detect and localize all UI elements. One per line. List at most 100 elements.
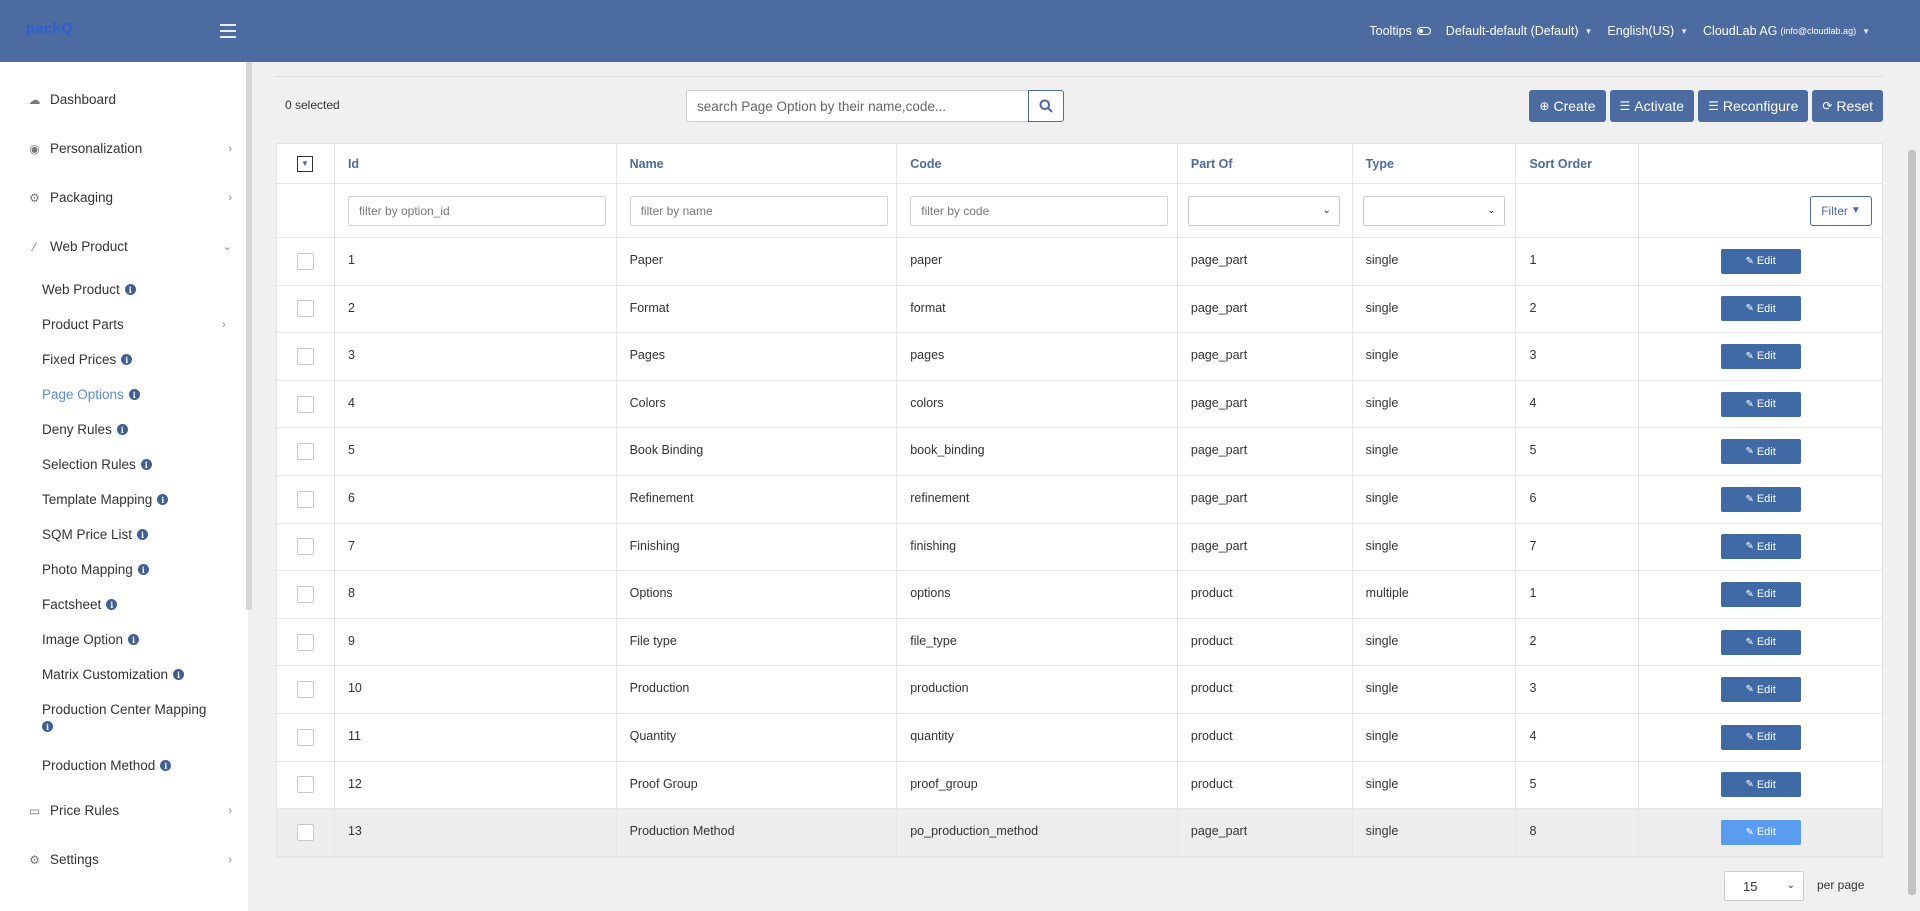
table-row[interactable]: 10 Production production product single 3 ✎ Edi… [277, 666, 1882, 714]
row-checkbox[interactable] [297, 776, 314, 794]
sidebar-item-web-product[interactable]: ⁄ Web Product ⌄ [27, 239, 232, 254]
main-scrollbar[interactable] [1908, 150, 1916, 895]
sidebar-sub-image-option[interactable]: Image Option i [42, 632, 140, 647]
user-dropdown[interactable]: CloudLab AG (info@cloudlab.ag) ▼ [1703, 24, 1870, 38]
info-icon[interactable]: i [128, 389, 140, 400]
sidebar-item-packaging[interactable]: ⚙ Packaging › [27, 190, 232, 205]
sidebar-sub-selection-rules[interactable]: Selection Rules i [42, 457, 152, 472]
sidebar-sub-web-product[interactable]: Web Product i [42, 282, 136, 297]
table-row[interactable]: 4 Colors colors page_part single 4 ✎ Edit [277, 380, 1882, 429]
reconfigure-button[interactable]: ☰ Reconfigure [1698, 90, 1809, 122]
sidebar-scrollbar[interactable] [246, 62, 252, 610]
edit-button[interactable]: ✎ Edit [1720, 296, 1801, 322]
column-header-sort-order[interactable]: Sort Order [1516, 144, 1640, 183]
edit-button[interactable]: ✎ Edit [1720, 819, 1801, 845]
row-checkbox[interactable] [297, 633, 314, 651]
info-icon[interactable]: i [137, 564, 149, 575]
menu-toggle-icon[interactable] [220, 24, 236, 38]
table-row[interactable]: 9 File type file_type product single 2 ✎ Edit [277, 618, 1882, 667]
sidebar-sub-production-center-mapping[interactable]: Production Center Mapping i [42, 702, 206, 733]
info-icon[interactable]: i [140, 459, 152, 470]
filter-button[interactable]: Filter ▼ [1810, 195, 1872, 226]
table-row[interactable]: 11 Quantity quantity product single 4 ✎ Edit [277, 713, 1882, 762]
table-row[interactable]: 2 Format format page_part single 2 ✎ Edit [277, 285, 1882, 334]
sidebar-sub-product-parts[interactable]: Product Parts › [42, 317, 232, 332]
reset-button[interactable]: ⟳ Reset [1812, 90, 1883, 122]
activate-button[interactable]: ☰ Activate [1609, 90, 1695, 122]
info-icon[interactable]: i [173, 669, 185, 680]
info-icon[interactable]: i [137, 529, 149, 540]
branding-dropdown[interactable]: Default-default (Default) ▼ [1446, 24, 1593, 38]
sidebar-sub-factsheet[interactable]: Factsheet i [42, 597, 118, 612]
edit-button[interactable]: ✎ Edit [1720, 677, 1801, 703]
language-dropdown[interactable]: English(US) ▼ [1607, 24, 1688, 38]
table-row[interactable]: 5 Book Binding book_binding page_part single… [277, 428, 1882, 476]
create-button[interactable]: ⊕ Create [1529, 90, 1606, 122]
sidebar-sub-sqm-price-list[interactable]: SQM Price List i [42, 527, 149, 542]
info-icon[interactable]: i [160, 760, 172, 771]
search-button[interactable] [1028, 90, 1064, 122]
search-input[interactable] [686, 90, 1029, 122]
info-icon[interactable]: i [116, 424, 128, 435]
tooltips-toggle[interactable]: Tooltips [1369, 24, 1431, 38]
sidebar-sub-matrix-customization[interactable]: Matrix Customization i [42, 667, 185, 682]
edit-button[interactable]: ✎ Edit [1720, 534, 1801, 560]
filter-part-of-select[interactable]: ⌄ [1187, 195, 1340, 226]
table-row[interactable]: 7 Finishing finishing page_part single 7 ✎ Edit [277, 523, 1882, 572]
row-checkbox[interactable] [297, 347, 314, 365]
table-row[interactable]: 12 Proof Group proof_group product single 5 ✎ E… [277, 761, 1882, 810]
sidebar-sub-production-method[interactable]: Production Method i [42, 758, 172, 773]
row-checkbox[interactable] [297, 681, 314, 699]
edit-button[interactable]: ✎ Edit [1720, 724, 1801, 750]
row-checkbox[interactable] [297, 443, 314, 461]
column-header-type[interactable]: Type [1353, 144, 1517, 183]
row-checkbox[interactable] [297, 252, 314, 270]
row-checkbox[interactable] [297, 728, 314, 746]
row-checkbox[interactable] [297, 300, 314, 318]
edit-button[interactable]: ✎ Edit [1720, 391, 1801, 417]
table-row[interactable]: 1 Paper paper page_part single 1 ✎ Edit [277, 238, 1882, 286]
table-row[interactable]: 3 Pages pages page_part single 3 ✎ Edit [277, 333, 1882, 381]
edit-button[interactable]: ✎ Edit [1720, 343, 1801, 369]
info-icon[interactable]: i [128, 634, 140, 645]
sidebar-item-personalization[interactable]: ◉ Personalization › [27, 141, 232, 156]
table-row[interactable]: 6 Refinement refinement page_part single 6 ✎ Ed… [277, 475, 1882, 524]
sidebar-sub-photo-mapping[interactable]: Photo Mapping i [42, 562, 149, 577]
edit-button[interactable]: ✎ Edit [1720, 772, 1801, 798]
sidebar-sub-fixed-prices[interactable]: Fixed Prices i [42, 352, 133, 367]
sidebar-sub-deny-rules[interactable]: Deny Rules i [42, 422, 128, 437]
info-icon[interactable]: i [42, 721, 53, 732]
sidebar-item-settings[interactable]: ⚙ Settings › [27, 852, 232, 867]
filter-type-select[interactable]: ⌄ [1362, 195, 1505, 226]
per-page-select[interactable]: 15 ⌄ [1724, 871, 1804, 901]
filter-code-input[interactable] [910, 195, 1169, 226]
edit-button[interactable]: ✎ Edit [1720, 439, 1801, 465]
row-checkbox[interactable] [297, 585, 314, 603]
edit-button[interactable]: ✎ Edit [1720, 486, 1801, 512]
app-logo[interactable]: packQ [26, 20, 73, 37]
select-all-checkbox[interactable]: ▼ [297, 155, 313, 172]
table-row[interactable]: 13 Production Method po_production_method p… [277, 809, 1882, 857]
filter-name-input[interactable] [629, 195, 888, 226]
edit-button[interactable]: ✎ Edit [1720, 581, 1801, 607]
info-icon[interactable]: i [106, 599, 118, 610]
row-checkbox[interactable] [297, 823, 314, 841]
row-checkbox[interactable] [297, 395, 314, 413]
filter-id-input[interactable] [347, 195, 606, 226]
row-checkbox[interactable] [297, 490, 314, 508]
column-header-code[interactable]: Code [897, 144, 1178, 183]
edit-button[interactable]: ✎ Edit [1720, 248, 1801, 274]
column-header-name[interactable]: Name [617, 144, 898, 183]
info-icon[interactable]: i [157, 494, 169, 505]
edit-button[interactable]: ✎ Edit [1720, 629, 1801, 655]
sidebar-sub-page-options[interactable]: Page Options i [42, 387, 140, 402]
sidebar-item-dashboard[interactable]: ☁ Dashboard [27, 92, 232, 107]
column-header-part-of[interactable]: Part Of [1178, 144, 1353, 183]
info-icon[interactable]: i [121, 354, 133, 365]
info-icon[interactable]: i [124, 284, 136, 295]
sidebar-sub-template-mapping[interactable]: Template Mapping i [42, 492, 169, 507]
toggle-icon[interactable] [1416, 27, 1431, 35]
sidebar-item-price-rules[interactable]: ▭ Price Rules › [27, 803, 232, 818]
row-checkbox[interactable] [297, 538, 314, 556]
column-header-id[interactable]: Id [335, 144, 617, 183]
